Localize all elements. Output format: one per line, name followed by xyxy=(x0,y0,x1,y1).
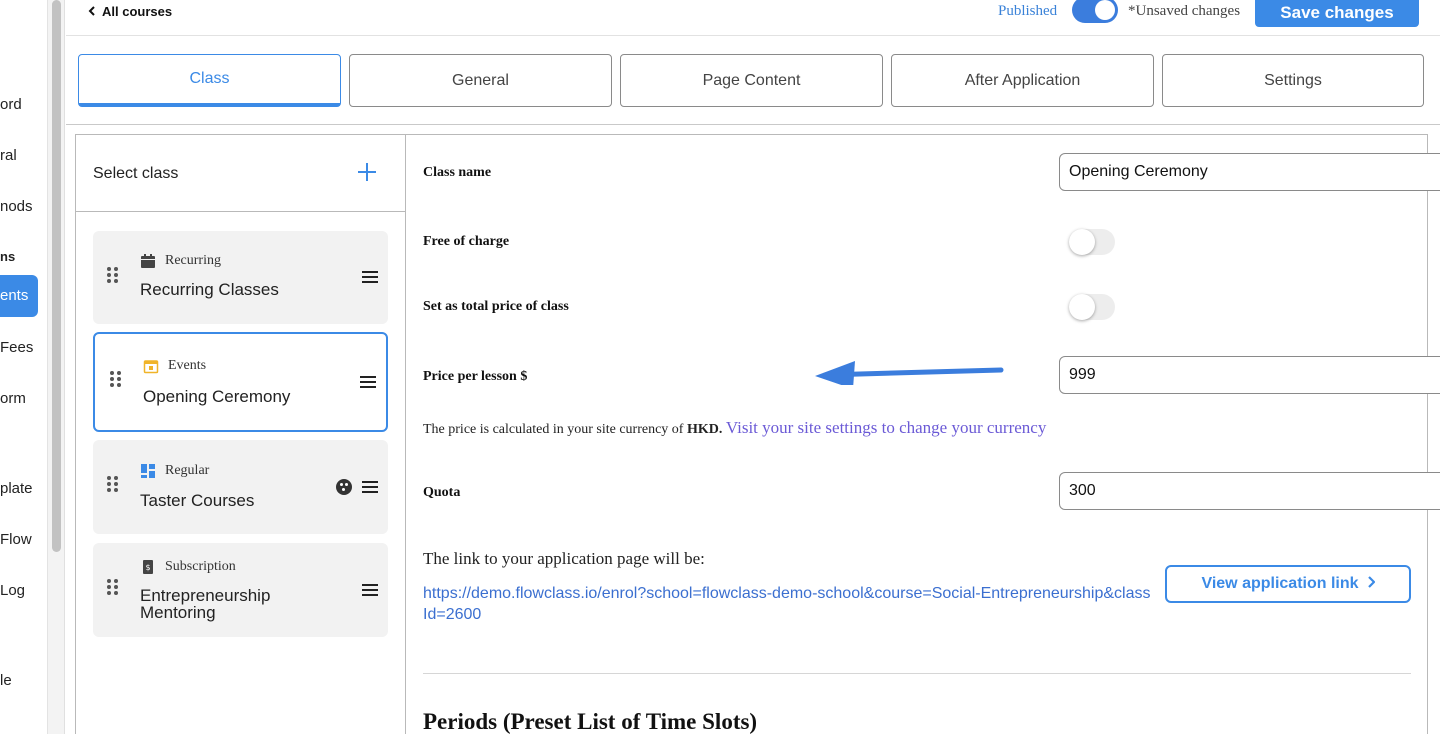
free-of-charge-label: Free of charge xyxy=(423,234,510,249)
tabs-divider xyxy=(66,124,1440,125)
chevron-right-icon xyxy=(1367,575,1376,593)
price-per-lesson-input[interactable]: 999 xyxy=(1059,356,1440,394)
chevron-left-icon xyxy=(88,4,96,19)
hamburger-menu-icon[interactable] xyxy=(362,584,378,596)
drag-handle-icon[interactable] xyxy=(107,476,119,494)
class-card-regular[interactable]: Regular Taster Courses xyxy=(93,440,388,534)
quota-label: Quota xyxy=(423,485,461,500)
view-application-link-button[interactable]: View application link xyxy=(1165,565,1411,603)
price-per-lesson-label: Price per lesson $ xyxy=(423,369,528,384)
class-card-recurring[interactable]: Recurring Recurring Classes xyxy=(93,231,388,324)
class-type-label: Recurring xyxy=(165,253,221,268)
sidebar-item[interactable]: Fees xyxy=(0,339,33,356)
tab-settings[interactable]: Settings xyxy=(1162,54,1424,107)
class-type-label: Subscription xyxy=(165,559,236,574)
quota-input[interactable]: 300 xyxy=(1059,472,1440,510)
grid-icon xyxy=(140,463,156,479)
sidebar-item[interactable]: orm xyxy=(0,390,26,407)
class-list-panel: Select class Recurring Recurring Classes xyxy=(76,135,406,734)
class-type-row: Events xyxy=(143,358,206,374)
class-card-events[interactable]: Events Opening Ceremony xyxy=(93,332,388,432)
currency-code: HKD. xyxy=(686,422,723,437)
section-divider xyxy=(423,673,1411,674)
top-bar: All courses Published *Unsaved changes S… xyxy=(66,0,1440,36)
tab-bar: Class General Page Content After Applica… xyxy=(78,54,1424,108)
class-card-subscription[interactable]: $ Subscription Entrepreneurship Mentorin… xyxy=(93,543,388,637)
drag-handle-icon[interactable] xyxy=(107,267,119,285)
sidebar-item[interactable]: ral xyxy=(0,147,17,164)
class-card-name: Taster Courses xyxy=(140,491,255,510)
sidebar-item[interactable]: Log xyxy=(0,582,25,599)
hamburger-menu-icon[interactable] xyxy=(360,376,376,388)
class-card-name-line2: Mentoring xyxy=(140,603,216,622)
annotation-arrow-icon xyxy=(815,361,1004,385)
class-type-label: Regular xyxy=(165,463,210,478)
application-link-intro: The link to your application page will b… xyxy=(423,549,705,568)
app-root: { "sidebar": { "items": [ {"label": "ord… xyxy=(0,0,1440,734)
all-courses-label: All courses xyxy=(102,4,173,19)
currency-hint: The price is calculated in your site cur… xyxy=(423,418,1046,438)
sidebar-item[interactable]: le xyxy=(0,672,12,689)
public-globe-icon xyxy=(336,479,352,495)
calendar-icon xyxy=(140,253,156,269)
tab-class[interactable]: Class xyxy=(78,54,341,107)
drag-handle-icon[interactable] xyxy=(107,579,119,597)
tab-page-content[interactable]: Page Content xyxy=(620,54,883,107)
save-changes-button[interactable]: Save changes xyxy=(1255,0,1419,27)
event-calendar-icon xyxy=(143,358,159,374)
class-card-name: Opening Ceremony xyxy=(143,387,291,406)
toggle-knob xyxy=(1095,0,1115,20)
view-application-link-label: View application link xyxy=(1201,575,1359,592)
class-form: Class name Opening Ceremony Free of char… xyxy=(407,135,1440,734)
published-toggle[interactable] xyxy=(1072,0,1118,23)
class-type-row: Regular xyxy=(140,463,209,479)
hamburger-menu-icon[interactable] xyxy=(362,271,378,283)
tab-general[interactable]: General xyxy=(349,54,612,107)
class-name-input[interactable]: Opening Ceremony xyxy=(1059,153,1440,191)
sidebar: ord ral nods ns ents Fees orm plate Flow… xyxy=(0,0,48,734)
subscription-icon: $ xyxy=(140,559,156,575)
select-class-title: Select class xyxy=(93,165,179,182)
sidebar-item[interactable]: ord xyxy=(0,96,22,113)
class-list-header: Select class xyxy=(76,135,406,212)
sidebar-item[interactable]: nods xyxy=(0,198,33,215)
sidebar-item[interactable]: ns xyxy=(0,249,15,264)
class-editor-frame: Select class Recurring Recurring Classes xyxy=(75,134,1440,734)
periods-section-title: Periods (Preset List of Time Slots) xyxy=(423,709,758,734)
tab-after-application[interactable]: After Application xyxy=(891,54,1154,107)
svg-text:$: $ xyxy=(145,563,150,572)
hamburger-menu-icon[interactable] xyxy=(362,481,378,493)
class-card-name-line1: Entrepreneurship xyxy=(140,586,271,605)
sidebar-item[interactable]: Flow xyxy=(0,531,32,548)
sidebar-item[interactable]: plate xyxy=(0,480,33,497)
total-price-label: Set as total price of class xyxy=(423,299,569,314)
class-type-row: Recurring xyxy=(140,253,221,269)
class-type-label: Events xyxy=(168,358,207,373)
application-url-link[interactable]: https://demo.flowclass.io/enrol?school=f… xyxy=(423,583,1153,625)
class-type-row: $ Subscription xyxy=(140,559,236,575)
free-of-charge-toggle[interactable] xyxy=(1069,229,1115,255)
toggle-knob xyxy=(1069,294,1095,320)
add-class-plus-icon[interactable] xyxy=(357,162,377,182)
site-settings-link[interactable]: Visit your site settings to change your … xyxy=(726,418,1047,437)
class-name-label: Class name xyxy=(423,165,492,180)
sidebar-scrollbar-thumb[interactable] xyxy=(52,0,61,552)
all-courses-link[interactable]: All courses xyxy=(88,4,172,19)
unsaved-changes-label: *Unsaved changes xyxy=(1128,3,1241,19)
published-label: Published xyxy=(998,3,1058,19)
drag-handle-icon[interactable] xyxy=(110,371,122,389)
sidebar-item-active[interactable]: ents xyxy=(0,275,38,317)
currency-hint-prefix: The price is calculated in your site cur… xyxy=(423,422,687,437)
total-price-toggle[interactable] xyxy=(1069,294,1115,320)
toggle-knob xyxy=(1069,229,1095,255)
class-card-name: Recurring Classes xyxy=(140,280,279,299)
